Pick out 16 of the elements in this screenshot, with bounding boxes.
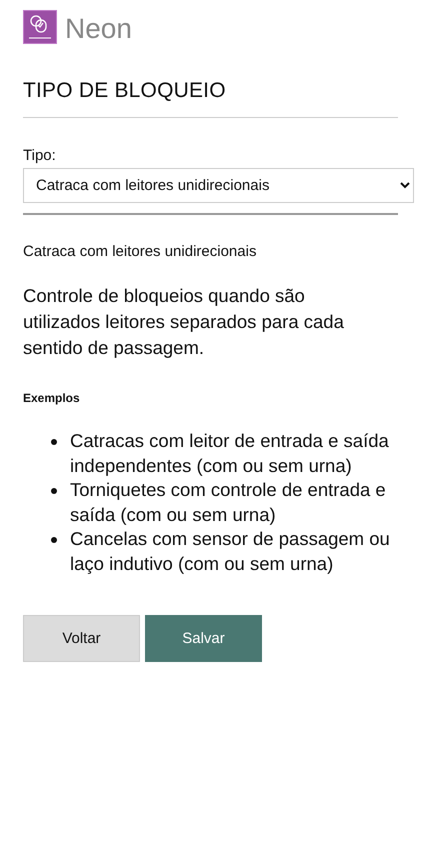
type-select[interactable]: Catraca com leitores unidirecionais — [23, 168, 414, 203]
brand-name: Neon — [65, 15, 132, 43]
logo-icon — [23, 10, 57, 44]
example-item: Cancelas com sensor de passagem ou laço indutivo (com ou sem urna) — [70, 527, 391, 576]
examples-label: Exemplos — [23, 391, 81, 406]
bullet-icon — [51, 488, 57, 494]
bullet-icon — [51, 439, 57, 445]
bullet-icon — [51, 537, 57, 543]
type-subtitle: Catraca com leitores unidirecionais — [23, 243, 258, 261]
example-item: Catracas com leitor de entrada e saída independentes (com ou sem urna) — [70, 429, 390, 478]
example-item: Torniquetes com controle de entrada e saída (com ou sem urna) — [70, 478, 387, 527]
type-description: Controle de bloqueios quando são utilizados leitores separados para cada sentido de passagem. — [23, 284, 345, 360]
back-button[interactable]: Voltar — [23, 615, 140, 662]
page-title: TIPO DE BLOQUEIO — [23, 78, 227, 104]
save-button[interactable]: Salvar — [145, 615, 262, 662]
field-label: Tipo: — [23, 147, 57, 165]
